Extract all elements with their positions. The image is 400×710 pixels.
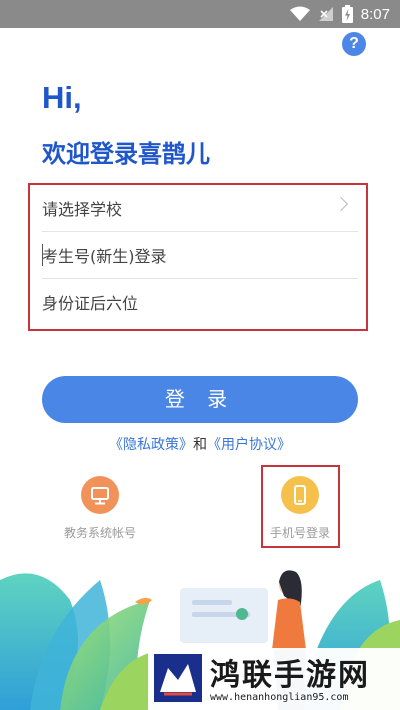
battery-charging-icon bbox=[341, 5, 353, 23]
help-icon[interactable]: ? bbox=[342, 32, 366, 56]
chevron-right-icon bbox=[333, 196, 349, 212]
watermark-url: www.henanhonglian95.com bbox=[210, 692, 349, 703]
exam-id-input[interactable]: 考生号(新生)登录 bbox=[42, 232, 358, 279]
school-selector-label: 请选择学校 bbox=[42, 200, 123, 219]
status-bar: 8:07 bbox=[0, 0, 400, 28]
school-selector[interactable]: 请选择学校 bbox=[42, 185, 358, 232]
wifi-icon bbox=[289, 6, 310, 21]
login-form: 请选择学校 考生号(新生)登录 身份证后六位 bbox=[28, 183, 368, 331]
exam-id-placeholder: 考生号(新生)登录 bbox=[42, 247, 167, 266]
id-suffix-input[interactable]: 身份证后六位 bbox=[42, 279, 358, 325]
welcome-title: 欢迎登录喜鹊儿 bbox=[42, 140, 210, 168]
user-agreement-link[interactable]: 《用户协议》 bbox=[207, 437, 291, 453]
monitor-icon bbox=[81, 476, 119, 514]
agreement-and: 和 bbox=[193, 437, 207, 453]
greeting-hi: Hi, bbox=[42, 80, 82, 115]
academic-account-label: 教务系统帐号 bbox=[63, 526, 136, 540]
privacy-policy-link[interactable]: 《隐私政策》 bbox=[109, 437, 193, 453]
watermark-title: 鸿联手游网 bbox=[210, 658, 370, 693]
phone-login-highlight bbox=[261, 465, 340, 548]
agreement-line: 《隐私政策》和《用户协议》 bbox=[0, 434, 400, 454]
signal-off-icon bbox=[318, 7, 333, 21]
academic-account-option[interactable]: 教务系统帐号 bbox=[45, 476, 155, 541]
login-button[interactable]: 登 录 bbox=[42, 376, 358, 423]
text-cursor bbox=[42, 244, 43, 266]
status-time: 8:07 bbox=[360, 5, 390, 23]
watermark-logo bbox=[154, 654, 202, 702]
id-suffix-placeholder: 身份证后六位 bbox=[42, 294, 139, 313]
watermark: 鸿联手游网 www.henanhonglian95.com bbox=[148, 648, 400, 710]
